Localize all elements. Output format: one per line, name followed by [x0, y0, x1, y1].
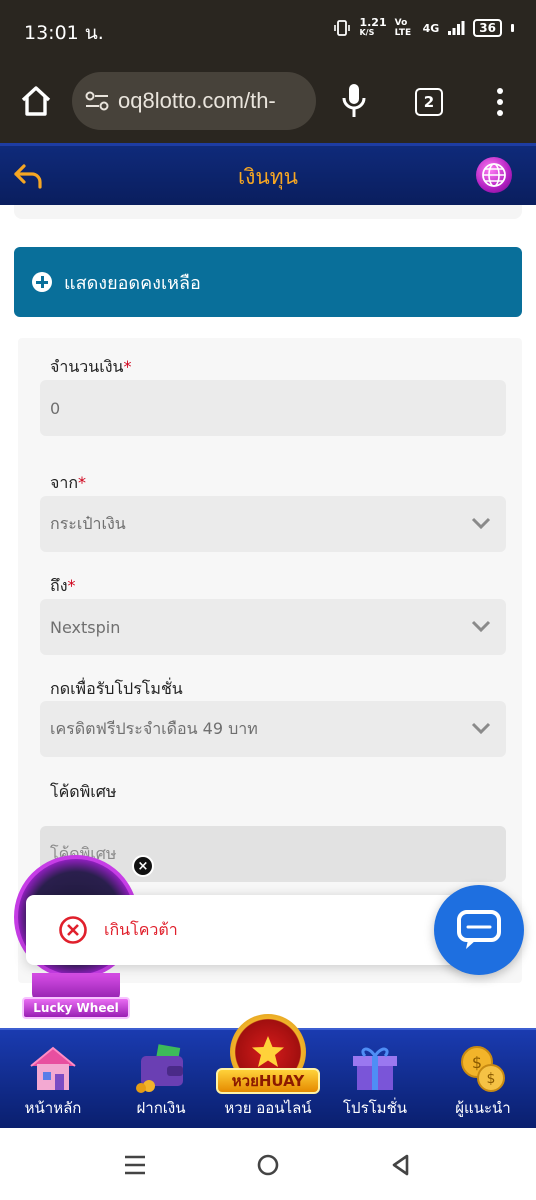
amount-input[interactable]: 0 [40, 380, 506, 436]
coins-icon: $$ [461, 1046, 505, 1092]
required-mark: * [67, 576, 76, 595]
status-indicators: 1.21 K/S Vo LTE 4G 36 [333, 16, 514, 38]
home-icon[interactable] [18, 83, 54, 119]
chevron-down-icon [471, 620, 491, 633]
chat-bubble-icon [457, 910, 501, 949]
volte-indicator: Vo LTE [394, 18, 412, 38]
more-menu-icon[interactable] [490, 86, 510, 118]
from-label-text: จาก [50, 473, 79, 492]
from-label: จาก* [50, 471, 86, 496]
wallet-icon [136, 1044, 183, 1093]
to-label-text: ถึง [50, 576, 68, 595]
special-code-label: โค้ดพิเศษ [50, 780, 116, 805]
battery-level: 36 [479, 21, 496, 35]
previous-card [14, 205, 522, 219]
site-settings-icon[interactable] [84, 90, 110, 112]
battery-indicator: 36 [473, 19, 502, 37]
promotion-value: เครดิตฟรีประจำเดือน 49 บาท [50, 718, 258, 738]
promotion-label-text: กดเพื่อรับโปรโมชั่น [50, 679, 183, 698]
nav-label-deposit: ฝากเงิน [136, 1099, 186, 1117]
promotion-select[interactable]: เครดิตฟรีประจำเดือน 49 บาท [40, 701, 506, 757]
nav-label-promotion: โปรโมชั่น [342, 1099, 407, 1117]
system-nav-bar [0, 1128, 536, 1200]
status-time: 13:01 น. [24, 22, 104, 44]
network-type: 4G [422, 21, 440, 35]
svg-text:$: $ [487, 1071, 496, 1087]
tab-switcher-button[interactable]: 2 [415, 88, 443, 116]
promotion-label: กดเพื่อรับโปรโมชั่น [50, 677, 183, 702]
lucky-wheel-label: Lucky Wheel [22, 997, 130, 1019]
svg-text:$: $ [472, 1053, 482, 1072]
from-select[interactable]: กระเป๋าเงิน [40, 496, 506, 552]
nav-item-promotion[interactable]: โปรโมชั่น [325, 1030, 425, 1130]
chevron-down-icon [471, 517, 491, 530]
error-x-circle-icon [59, 916, 87, 944]
signal-icon [448, 21, 465, 35]
to-label: ถึง* [50, 574, 76, 599]
required-mark: * [78, 473, 87, 492]
plus-circle-icon [32, 272, 52, 292]
show-balance-label: แสดงยอดคงเหลือ [64, 272, 201, 294]
from-value: กระเป๋าเงิน [50, 513, 126, 533]
vibrate-icon [334, 20, 351, 36]
app-header: เงินทุน [0, 143, 536, 205]
amount-value: 0 [50, 398, 61, 418]
gift-icon [353, 1047, 397, 1090]
nav-item-deposit[interactable]: ฝากเงิน [111, 1030, 211, 1130]
house-icon [30, 1046, 76, 1090]
amount-label: จำนวนเงิน* [50, 355, 131, 380]
nav-label-referral: ผู้แนะนำ [455, 1099, 511, 1117]
battery-tip [511, 24, 514, 32]
nav-label-lottery: หวย ออนไลน์ [224, 1099, 312, 1117]
live-chat-button[interactable] [434, 885, 524, 975]
nav-item-home[interactable]: หน้าหลัก [3, 1030, 103, 1130]
toast-message: เกินโควต้า [104, 919, 178, 939]
required-mark: * [123, 357, 132, 376]
main-content: แสดงยอดคงเหลือ จำนวนเงิน* 0 จาก* กระเป๋า… [0, 205, 536, 1028]
to-value: Nextspin [50, 617, 121, 637]
huay-tag: หวยHUAY [216, 1068, 320, 1094]
address-bar[interactable]: oq8lotto.com/th- [72, 72, 316, 130]
url-text: oq8lotto.com/th- [118, 88, 276, 113]
show-balance-button[interactable]: แสดงยอดคงเหลือ [14, 247, 522, 317]
mic-icon[interactable] [340, 82, 368, 120]
page-title: เงินทุน [238, 165, 298, 189]
error-toast: เกินโควต้า [26, 895, 472, 965]
nav-item-referral[interactable]: $ $ ผู้แนะนำ [433, 1030, 533, 1130]
nav-label-home: หน้าหลัก [24, 1099, 82, 1117]
back-triangle-icon[interactable] [388, 1152, 414, 1178]
language-globe-icon[interactable] [476, 157, 512, 193]
chevron-down-icon [471, 722, 491, 735]
recent-apps-icon[interactable] [122, 1152, 148, 1178]
huay-badge-icon[interactable]: หวยHUAY [216, 1014, 320, 1098]
close-icon[interactable]: × [132, 855, 154, 877]
bottom-nav: หน้าหลัก ฝากเงิน หวย ออนไลน์ หวยHUAY โปร… [0, 1014, 536, 1130]
star-icon [252, 1036, 284, 1067]
amount-label-text: จำนวนเงิน [50, 357, 124, 376]
to-select[interactable]: Nextspin [40, 599, 506, 655]
net-speed-value: 1.21 [359, 16, 387, 29]
browser-toolbar: oq8lotto.com/th- 2 [0, 60, 536, 143]
home-circle-icon[interactable] [255, 1152, 281, 1178]
net-speed-unit: K/S [359, 28, 375, 37]
globe-icon [482, 163, 506, 187]
net-speed: 1.21 K/S [359, 16, 387, 38]
status-bar: 13:01 น. 1.21 K/S Vo LTE 4G 36 [0, 0, 536, 60]
special-code-label-text: โค้ดพิเศษ [50, 782, 117, 801]
